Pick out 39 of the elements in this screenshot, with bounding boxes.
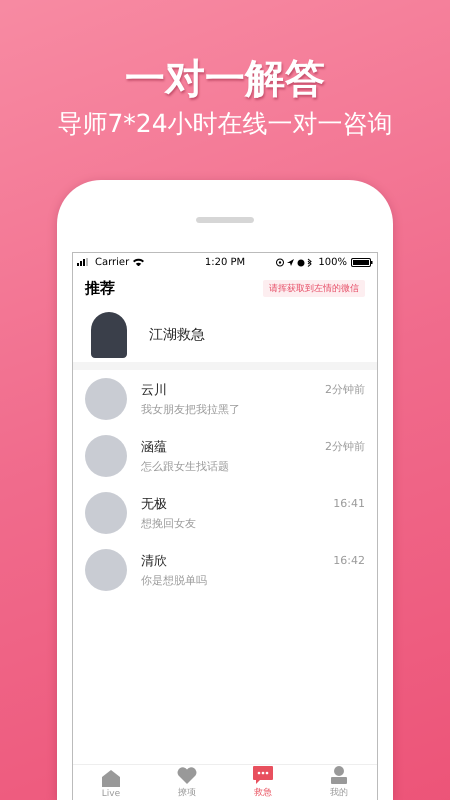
chat-bubble-icon (253, 766, 273, 784)
avatar (85, 492, 127, 534)
subtitle: 导师7*24小时在线一对一咨询 (57, 108, 393, 140)
tab[interactable]: Live (73, 765, 149, 800)
page-title: 推荐 (85, 279, 115, 298)
message-time: 2分钟前 (325, 439, 365, 454)
message-preview: 你是想脱单吗 (141, 572, 208, 588)
contact-name: 清欣 (141, 552, 167, 570)
featured-row[interactable]: 江湖救急 (73, 298, 377, 370)
signal-icon (77, 258, 91, 266)
message-time: 16:42 (333, 554, 365, 567)
home-icon (102, 770, 120, 787)
featured-name: 江湖救急 (149, 326, 205, 344)
photo-placeholder (91, 312, 127, 358)
message-preview: 我女朋友把我拉黑了 (141, 402, 241, 416)
notice-banner[interactable]: 请挥获取到左情的微信 (263, 280, 365, 297)
avatar (85, 434, 127, 476)
carrier-name: Carrier (95, 256, 130, 268)
avatar (85, 548, 127, 590)
avatar (85, 378, 127, 420)
message-preview: 怎么跟女生找话题 (141, 458, 230, 474)
speaker-grille (196, 217, 254, 223)
contact-name: 无极 (141, 496, 167, 512)
message-time: 2分钟前 (325, 382, 365, 397)
tab[interactable]: 撩项 (149, 765, 225, 800)
contact-name: 云川 (141, 382, 167, 398)
message-time: 16:41 (333, 497, 365, 510)
wifi-icon (133, 258, 144, 266)
person-icon (330, 766, 348, 784)
headline: 一对一解答 (125, 56, 325, 102)
battery-icon (351, 258, 374, 266)
status-icons (276, 258, 314, 266)
heart-icon (177, 767, 197, 784)
message-preview: 想挽回女友 (141, 516, 197, 530)
tab[interactable]: 救急 (225, 765, 301, 800)
status-time: 1:20 PM (204, 256, 246, 268)
tab[interactable]: 我的 (301, 765, 377, 800)
battery-percent: 100% (318, 256, 348, 268)
contact-name: 涵蕴 (141, 438, 167, 456)
